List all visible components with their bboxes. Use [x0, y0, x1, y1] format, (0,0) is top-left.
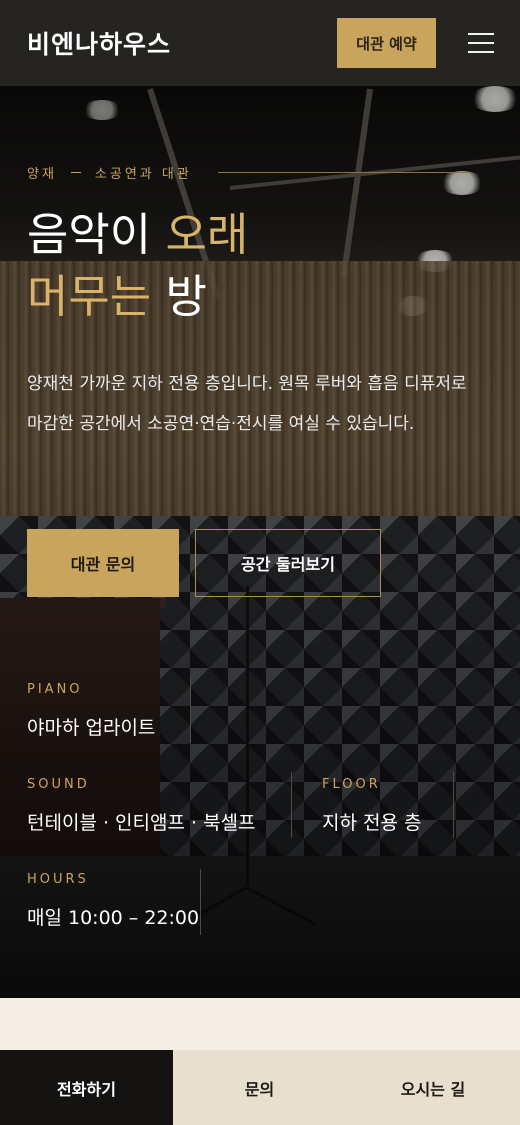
bottom-action-bar: 전화하기 문의 오시는 길 [0, 1050, 520, 1125]
menu-line [468, 33, 494, 35]
eyebrow-category: 소공연과 대관 [94, 167, 192, 182]
spec-label: FLOOR [322, 777, 381, 792]
hero-title-highlight: 머무는 [27, 270, 166, 323]
rental-inquiry-button[interactable]: 대관 문의 [27, 529, 179, 597]
spec-label: SOUND [27, 777, 90, 792]
hero-content: 양재 소공연과 대관 음악이 오래 머무는 방 양재천 가까운 지하 전용 층입… [0, 86, 520, 998]
reserve-button[interactable]: 대관 예약 [337, 18, 436, 68]
menu-line [468, 42, 494, 44]
brand-logo[interactable]: 비엔나하우스 [27, 25, 171, 61]
hero-section: 양재 소공연과 대관 음악이 오래 머무는 방 양재천 가까운 지하 전용 층입… [0, 86, 520, 998]
spec-sound: SOUND 턴테이블 · 인티앰프 · 북셀프 [27, 777, 256, 835]
spec-divider [453, 772, 454, 838]
top-header: 비엔나하우스 대관 예약 [0, 0, 520, 86]
spec-label: HOURS [27, 872, 89, 887]
header-actions: 대관 예약 [337, 18, 494, 68]
hero-title: 음악이 오래 머무는 방 [27, 204, 248, 328]
directions-button[interactable]: 오시는 길 [346, 1050, 520, 1125]
spec-divider [190, 677, 191, 743]
eyebrow-rule [218, 172, 470, 173]
call-button[interactable]: 전화하기 [0, 1050, 173, 1125]
hero-eyebrow: 양재 소공연과 대관 [27, 163, 192, 182]
spec-floor: FLOOR 지하 전용 층 [322, 777, 421, 835]
spec-divider [291, 772, 292, 838]
spec-divider [200, 869, 201, 935]
spec-hours: HOURS 매일 10:00 – 22:00 [27, 872, 199, 930]
inquiry-button[interactable]: 문의 [173, 1050, 346, 1125]
spec-value: 지하 전용 층 [322, 812, 422, 834]
eyebrow-separator [70, 172, 81, 173]
hero-title-part: 음악이 [27, 208, 166, 261]
eyebrow-location: 양재 [27, 167, 57, 182]
hero-title-part: 방 [165, 270, 207, 323]
hero-description: 양재천 가까운 지하 전용 층입니다. 원목 루버와 흡음 디퓨저로 마감한 공… [27, 374, 467, 434]
hero-title-highlight: 오래 [165, 208, 249, 261]
spec-label: PIANO [27, 682, 83, 697]
content-spacer [0, 998, 520, 1050]
spec-value: 매일 10:00 – 22:00 [27, 907, 200, 929]
spec-value: 야마하 업라이트 [27, 717, 156, 739]
hamburger-menu-icon[interactable] [468, 33, 494, 53]
space-tour-button[interactable]: 공간 둘러보기 [195, 529, 381, 597]
spec-piano: PIANO 야마하 업라이트 [27, 682, 155, 740]
spec-value: 턴테이블 · 인티앰프 · 북셀프 [27, 812, 256, 834]
menu-line [468, 51, 494, 53]
